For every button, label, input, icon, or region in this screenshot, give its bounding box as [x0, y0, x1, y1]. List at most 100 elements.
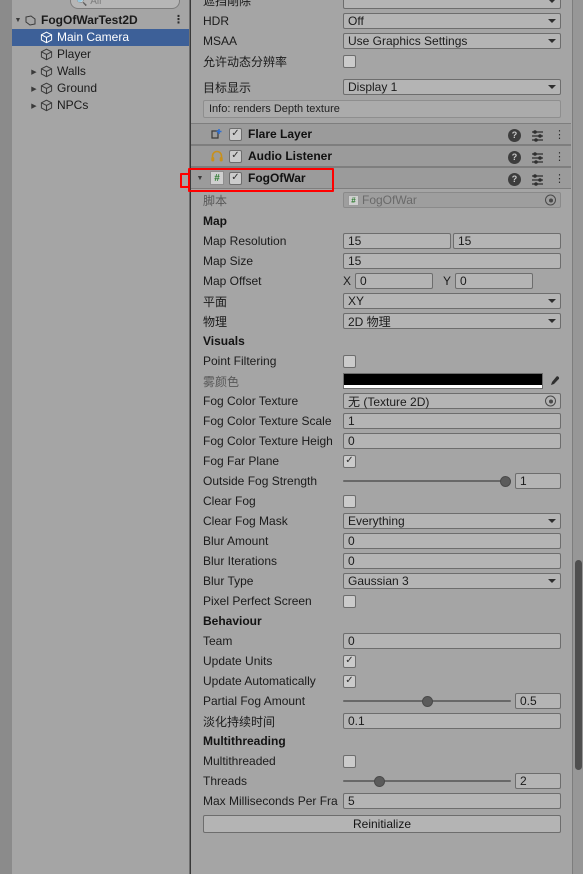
- help-icon[interactable]: ?: [508, 128, 521, 142]
- hierarchy-item-npcs[interactable]: NPCs: [12, 97, 189, 114]
- row-team[interactable]: Team 0: [191, 631, 571, 651]
- row-[interactable]: 物理 2D 物理: [191, 311, 571, 331]
- row-update-automatically[interactable]: Update Automatically: [191, 671, 571, 691]
- help-icon[interactable]: ?: [508, 150, 521, 164]
- text-input[interactable]: 1: [343, 413, 561, 429]
- slider-knob[interactable]: [422, 695, 433, 707]
- dropdown[interactable]: Everything: [343, 513, 561, 529]
- row-blur-type[interactable]: Blur Type Gaussian 3: [191, 571, 571, 591]
- row-[interactable]: 雾颜色: [191, 371, 571, 391]
- slider-knob[interactable]: [374, 775, 385, 787]
- component-menu-icon[interactable]: ⋮: [554, 173, 565, 185]
- target-display-row[interactable]: 目标显示 Display 1: [191, 77, 571, 97]
- chevron-down-icon[interactable]: [12, 17, 24, 24]
- row-fog-color-texture-heigh[interactable]: Fog Color Texture Heigh 0: [191, 431, 571, 451]
- row-map-offset[interactable]: Map Offset X 0 Y 0: [191, 271, 571, 291]
- eyedropper-icon[interactable]: [545, 375, 561, 388]
- vector2-x-input[interactable]: 0: [355, 273, 434, 289]
- script-row[interactable]: 脚本 # FogOfWar: [191, 189, 571, 211]
- hierarchy-scene-menu-icon[interactable]: ⋮: [173, 14, 184, 26]
- row-threads[interactable]: Threads 2: [191, 771, 571, 791]
- row-multithreaded[interactable]: Multithreaded: [191, 751, 571, 771]
- hierarchy-item-main-camera[interactable]: Main Camera: [12, 29, 189, 46]
- slider[interactable]: [343, 773, 511, 789]
- object-picker-icon[interactable]: [545, 194, 556, 206]
- msaa-dropdown[interactable]: Use Graphics Settings: [343, 33, 561, 49]
- component-menu-icon[interactable]: ⋮: [554, 151, 565, 163]
- color-field[interactable]: [343, 373, 543, 389]
- row-clear-fog[interactable]: Clear Fog: [191, 491, 571, 511]
- preset-icon[interactable]: [531, 151, 544, 164]
- slider-knob[interactable]: [500, 475, 511, 487]
- reinitialize-button[interactable]: Reinitialize: [203, 815, 561, 833]
- allow-dynamic-resolution-row[interactable]: 允许动态分辨率: [191, 51, 571, 71]
- component-header-flare-layer[interactable]: Flare Layer ? ⋮: [191, 123, 571, 145]
- preset-icon[interactable]: [531, 129, 544, 142]
- row-pixel-perfect-screen[interactable]: Pixel Perfect Screen: [191, 591, 571, 611]
- fog-of-war-enabled-checkbox[interactable]: [229, 171, 242, 185]
- checkbox[interactable]: [343, 674, 356, 688]
- inspector-scrollbar-thumb[interactable]: [575, 560, 582, 770]
- chevron-right-icon[interactable]: [28, 68, 40, 76]
- row-outside-fog-strength[interactable]: Outside Fog Strength 1: [191, 471, 571, 491]
- hierarchy-item-player[interactable]: Player: [12, 46, 189, 63]
- occlusion-culling-dropdown[interactable]: [343, 0, 561, 9]
- slider-value-input[interactable]: 2: [515, 773, 561, 789]
- text-input-y[interactable]: 15: [453, 233, 561, 249]
- target-display-dropdown[interactable]: Display 1: [343, 79, 561, 95]
- row-map-resolution[interactable]: Map Resolution 15 15: [191, 231, 571, 251]
- slider-value-input[interactable]: 0.5: [515, 693, 561, 709]
- row-partial-fog-amount[interactable]: Partial Fog Amount 0.5: [191, 691, 571, 711]
- object-picker-icon[interactable]: [545, 395, 556, 407]
- slider-value-input[interactable]: 1: [515, 473, 561, 489]
- row-max-milliseconds-per-fra[interactable]: Max Milliseconds Per Fra 5: [191, 791, 571, 811]
- dropdown[interactable]: Gaussian 3: [343, 573, 561, 589]
- help-icon[interactable]: ?: [508, 172, 521, 186]
- allow-dynamic-resolution-checkbox[interactable]: [343, 54, 356, 68]
- row-update-units[interactable]: Update Units: [191, 651, 571, 671]
- dropdown[interactable]: XY: [343, 293, 561, 309]
- object-field[interactable]: 无 (Texture 2D): [343, 393, 561, 409]
- row-blur-amount[interactable]: Blur Amount 0: [191, 531, 571, 551]
- script-object-field[interactable]: # FogOfWar: [343, 192, 561, 208]
- row-fog-color-texture[interactable]: Fog Color Texture 无 (Texture 2D): [191, 391, 571, 411]
- text-input[interactable]: 5: [343, 793, 561, 809]
- vector2-y-input[interactable]: 0: [455, 273, 534, 289]
- flare-layer-enabled-checkbox[interactable]: [229, 127, 242, 141]
- component-header-audio-listener[interactable]: Audio Listener ? ⋮: [191, 145, 571, 167]
- checkbox[interactable]: [343, 354, 356, 368]
- text-input[interactable]: 0: [343, 533, 561, 549]
- component-header-fog-of-war[interactable]: ▼ # FogOfWar ? ⋮: [191, 167, 571, 189]
- row-fog-far-plane[interactable]: Fog Far Plane: [191, 451, 571, 471]
- hierarchy-item-fogofwartest2d[interactable]: FogOfWarTest2D ⋮: [12, 12, 189, 29]
- checkbox[interactable]: [343, 454, 356, 468]
- search-input[interactable]: 🔍 All: [70, 0, 180, 9]
- text-input[interactable]: 15: [343, 253, 561, 269]
- text-input[interactable]: 0: [343, 553, 561, 569]
- text-input[interactable]: 0.1: [343, 713, 561, 729]
- slider[interactable]: [343, 473, 511, 489]
- hierarchy-item-walls[interactable]: Walls: [12, 63, 189, 80]
- row-blur-iterations[interactable]: Blur Iterations 0: [191, 551, 571, 571]
- text-input[interactable]: 0: [343, 633, 561, 649]
- occlusion-culling-row[interactable]: 遮挡剛除: [191, 0, 571, 11]
- hierarchy-item-ground[interactable]: Ground: [12, 80, 189, 97]
- preset-icon[interactable]: [531, 173, 544, 186]
- chevron-right-icon[interactable]: [28, 102, 40, 110]
- checkbox[interactable]: [343, 654, 356, 668]
- checkbox[interactable]: [343, 594, 356, 608]
- inspector-scrollbar[interactable]: [572, 0, 583, 874]
- audio-listener-enabled-checkbox[interactable]: [229, 149, 242, 163]
- hdr-row[interactable]: HDR Off: [191, 11, 571, 31]
- checkbox[interactable]: [343, 494, 356, 508]
- row-point-filtering[interactable]: Point Filtering: [191, 351, 571, 371]
- msaa-row[interactable]: MSAA Use Graphics Settings: [191, 31, 571, 51]
- text-input-x[interactable]: 15: [343, 233, 451, 249]
- row-map-size[interactable]: Map Size 15: [191, 251, 571, 271]
- fog-of-war-foldout-icon[interactable]: ▼: [195, 175, 205, 182]
- chevron-right-icon[interactable]: [28, 85, 40, 93]
- text-input[interactable]: 0: [343, 433, 561, 449]
- checkbox[interactable]: [343, 754, 356, 768]
- hdr-dropdown[interactable]: Off: [343, 13, 561, 29]
- slider[interactable]: [343, 693, 511, 709]
